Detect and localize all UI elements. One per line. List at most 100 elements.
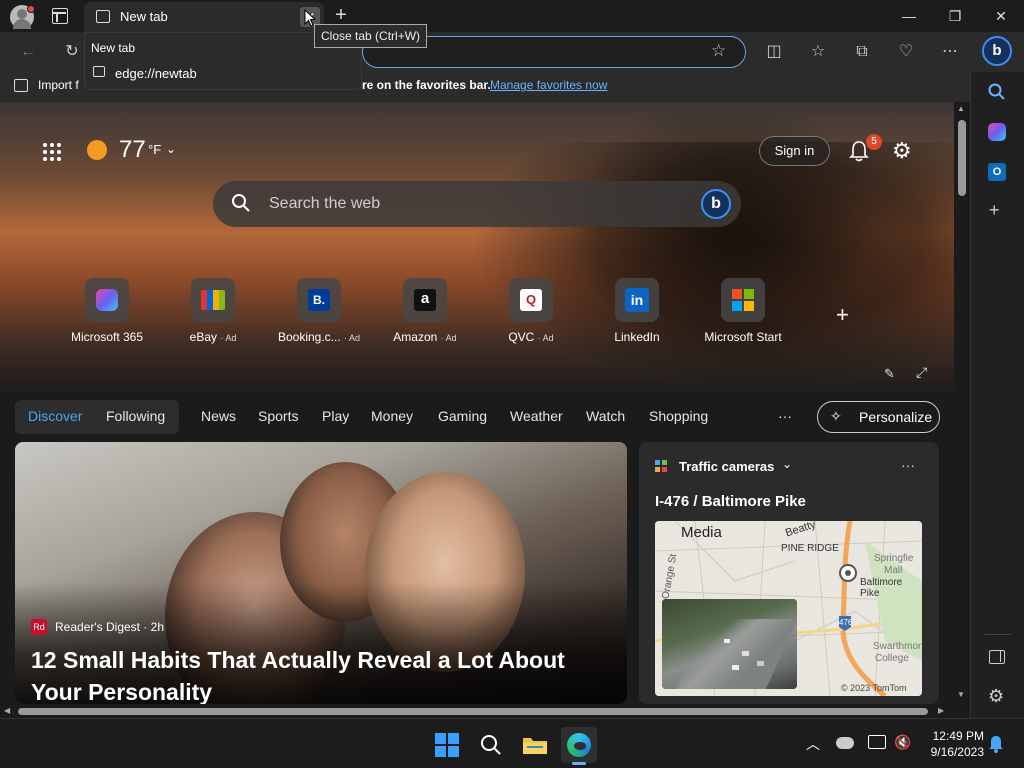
microsoft-start-icon xyxy=(721,278,765,322)
quick-link-label: Amazon xyxy=(393,330,438,344)
profile-avatar[interactable] xyxy=(10,5,35,29)
card-more-button[interactable]: ··· xyxy=(901,457,915,473)
weather-chevron-down-icon[interactable]: ⌄ xyxy=(166,142,176,156)
nav-gaming[interactable]: Gaming xyxy=(438,408,487,424)
tab-actions-icon[interactable] xyxy=(52,8,68,24)
search-icon[interactable] xyxy=(987,82,1007,102)
chevron-down-icon[interactable]: ⌄ xyxy=(782,457,792,471)
ad-label: · Ad xyxy=(220,333,237,343)
scroll-thumb[interactable] xyxy=(958,120,966,196)
edge-sidebar: O + ⚙ xyxy=(970,72,1024,718)
display-icon[interactable] xyxy=(868,735,886,749)
edge-taskbar-button[interactable] xyxy=(561,727,597,765)
favorites-icon[interactable]: ☆ xyxy=(804,38,832,66)
scroll-down-arrow-icon[interactable]: ▼ xyxy=(957,690,965,699)
nav-news[interactable]: News xyxy=(201,408,236,424)
taskbar-search-button[interactable] xyxy=(473,727,509,763)
import-favorites-link[interactable]: Import f xyxy=(38,78,79,92)
source-logo: Rd xyxy=(31,619,47,635)
settings-more-icon[interactable]: ⋯ xyxy=(936,38,964,66)
quick-link-microsoft-365[interactable]: Microsoft 365 xyxy=(62,278,152,344)
expand-icon[interactable]: ⤢ xyxy=(916,364,927,381)
bing-chat-icon[interactable]: b xyxy=(701,189,731,219)
horizontal-scrollbar[interactable]: ◀ ▶ xyxy=(0,704,970,718)
booking-icon: B. xyxy=(297,278,341,322)
close-window-button[interactable]: ✕ xyxy=(978,0,1024,32)
scroll-left-arrow-icon[interactable]: ◀ xyxy=(4,706,10,715)
add-sidebar-app-icon[interactable]: + xyxy=(989,200,1000,221)
news-card-main[interactable]: Rd Reader's Digest · 2h 12 Small Habits … xyxy=(15,442,627,704)
map-label-baltimore-pike: Baltimore Pike xyxy=(860,577,903,599)
tab-discover[interactable]: Discover xyxy=(28,408,82,424)
location-label: I-476 / Baltimore Pike xyxy=(655,493,806,510)
personalize-button[interactable]: ✧ Personalize xyxy=(817,401,940,433)
minimize-button[interactable]: — xyxy=(886,0,932,32)
nav-money[interactable]: Money xyxy=(371,408,413,424)
temperature-value[interactable]: 77 xyxy=(119,136,146,164)
windows-taskbar: ︿ 🔇 12:49 PM 9/16/2023 xyxy=(0,718,1024,768)
quick-link-booking[interactable]: B. Booking.c... · Ad xyxy=(274,278,364,344)
microsoft-365-icon xyxy=(85,278,129,322)
outlook-icon[interactable]: O xyxy=(988,163,1006,181)
tab-following[interactable]: Following xyxy=(106,408,165,424)
start-button[interactable] xyxy=(429,727,465,763)
restore-button[interactable]: ❐ xyxy=(932,0,978,32)
personalize-label: Personalize xyxy=(859,409,933,425)
favorite-star-icon[interactable]: ☆ xyxy=(711,41,726,61)
browser-essentials-icon[interactable]: ♡ xyxy=(892,38,920,66)
quick-link-qvc[interactable]: Q QVC · Ad xyxy=(486,278,576,344)
app-launcher-icon[interactable] xyxy=(42,142,62,162)
traffic-map[interactable]: Media Beatty PINE RIDGE Springfie Mall B… xyxy=(655,521,922,696)
back-icon[interactable]: ← xyxy=(14,38,42,66)
quick-link-microsoft-start[interactable]: Microsoft Start xyxy=(698,278,788,344)
headline[interactable]: 12 Small Habits That Actually Reveal a L… xyxy=(31,644,591,704)
source-label: Reader's Digest · 2h xyxy=(55,620,165,634)
edge-logo-icon xyxy=(567,733,591,757)
nav-play[interactable]: Play xyxy=(322,408,349,424)
quick-link-linkedin[interactable]: in LinkedIn xyxy=(592,278,682,344)
clock[interactable]: 12:49 PM 9/16/2023 xyxy=(924,728,984,760)
quick-link-amazon[interactable]: a Amazon · Ad xyxy=(380,278,470,344)
map-label-springfield: Springfie xyxy=(874,553,914,564)
traffic-camera-thumbnail[interactable] xyxy=(662,599,797,689)
new-tab-button[interactable]: + xyxy=(330,4,352,26)
nav-sports[interactable]: Sports xyxy=(258,408,298,424)
split-screen-icon[interactable]: ◫ xyxy=(760,38,788,66)
notification-bell-icon[interactable] xyxy=(988,735,1004,753)
scroll-up-arrow-icon[interactable]: ▲ xyxy=(957,104,965,113)
quick-link-ebay[interactable]: eBay · Ad xyxy=(168,278,258,344)
nav-watch[interactable]: Watch xyxy=(586,408,625,424)
page-settings-gear-icon[interactable]: ⚙ xyxy=(892,140,912,162)
microsoft-365-icon[interactable] xyxy=(988,123,1006,141)
map-label-mall: Mall xyxy=(884,565,903,576)
clock-date: 9/16/2023 xyxy=(930,745,984,759)
nav-weather[interactable]: Weather xyxy=(510,408,563,424)
search-placeholder: Search the web xyxy=(269,195,381,212)
nav-shopping[interactable]: Shopping xyxy=(649,408,708,424)
horizontal-scroll-thumb[interactable] xyxy=(18,708,928,715)
title-bar: New tab ✕ + — ❐ ✕ xyxy=(0,0,1024,32)
ebay-icon xyxy=(191,278,235,322)
file-explorer-button[interactable] xyxy=(517,727,553,763)
ad-label: · Ad xyxy=(440,333,457,343)
manage-favorites-link[interactable]: Manage favorites now xyxy=(490,78,607,92)
collections-icon[interactable]: ⧉ xyxy=(848,38,876,66)
copilot-icon[interactable]: b xyxy=(982,36,1012,66)
edit-background-icon[interactable]: ✎ xyxy=(884,366,895,382)
web-search-box[interactable]: Search the web b xyxy=(213,181,741,227)
vertical-scrollbar[interactable]: ▲ ▼ xyxy=(954,102,970,704)
sign-in-button[interactable]: Sign in xyxy=(759,136,830,166)
show-hidden-icons-chevron-up-icon[interactable]: ︿ xyxy=(806,734,820,754)
card-header[interactable]: Traffic cameras xyxy=(679,459,774,474)
onedrive-icon[interactable] xyxy=(836,737,854,749)
tab-new-tab[interactable]: New tab ✕ xyxy=(84,2,324,32)
refresh-icon[interactable]: ↻ xyxy=(58,38,86,66)
traffic-cameras-card: Traffic cameras ⌄ ··· I-476 / Baltimore … xyxy=(639,442,939,704)
sidebar-settings-gear-icon[interactable]: ⚙ xyxy=(988,686,1004,707)
clock-time: 12:49 PM xyxy=(932,729,984,743)
volume-muted-icon[interactable]: 🔇 xyxy=(894,734,911,751)
nav-more-button[interactable]: ··· xyxy=(778,408,792,424)
hide-sidebar-icon[interactable] xyxy=(989,650,1005,664)
add-shortcut-icon[interactable]: + xyxy=(836,302,849,328)
scroll-right-arrow-icon[interactable]: ▶ xyxy=(938,706,944,715)
